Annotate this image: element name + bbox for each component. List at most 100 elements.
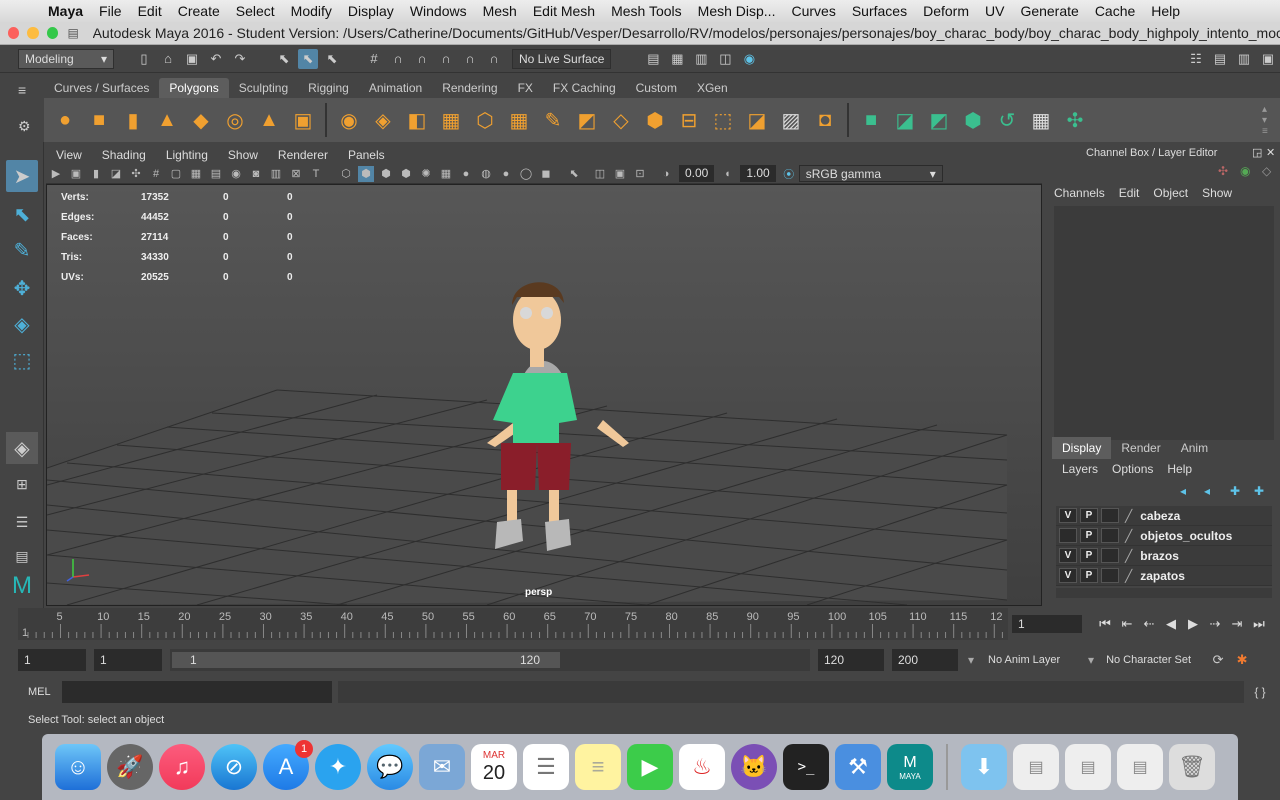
multi-cut-icon[interactable]: ◇ bbox=[607, 106, 635, 134]
tab-rigging[interactable]: Rigging bbox=[298, 78, 359, 98]
select-object-icon[interactable]: ⬉ bbox=[298, 48, 318, 69]
render-icon[interactable]: ▦ bbox=[667, 49, 687, 69]
preview-icon[interactable]: ✉ bbox=[419, 744, 465, 790]
shelf-menu-icon[interactable]: ≡ bbox=[18, 82, 38, 98]
wireframe-shading-icon[interactable]: ⬡ bbox=[338, 166, 354, 182]
gate-mask-icon[interactable]: ▤ bbox=[208, 166, 224, 182]
finder-icon[interactable]: ☺ bbox=[55, 744, 101, 790]
tab-custom[interactable]: Custom bbox=[626, 78, 687, 98]
exposure-icon[interactable]: ◑ bbox=[658, 166, 674, 182]
xray-joints-icon[interactable]: ◫ bbox=[592, 166, 608, 182]
insert-edge-loop-icon[interactable]: ✎ bbox=[539, 106, 567, 134]
layer-playback-toggle[interactable]: P bbox=[1080, 508, 1098, 523]
script-editor-icon[interactable]: { } bbox=[1250, 682, 1270, 702]
lasso-tool-icon[interactable]: ⬉ bbox=[6, 198, 38, 230]
menu-cb-edit[interactable]: Edit bbox=[1119, 186, 1140, 200]
snap-surface-icon[interactable]: ∩ bbox=[460, 49, 480, 69]
playback-start-field[interactable]: 1 bbox=[94, 649, 162, 671]
motion-blur-icon[interactable]: ● bbox=[498, 166, 514, 182]
menu-cb-object[interactable]: Object bbox=[1153, 186, 1188, 200]
screenshot-file-icon[interactable]: ▤ bbox=[1013, 744, 1059, 790]
field-chart-icon[interactable]: ◉ bbox=[228, 166, 244, 182]
mel-label[interactable]: MEL bbox=[28, 686, 62, 698]
image-plane-icon[interactable]: ◪ bbox=[108, 166, 124, 182]
uv-spherical-icon[interactable]: ◩ bbox=[925, 106, 953, 134]
github-icon[interactable]: 🐱 bbox=[731, 744, 777, 790]
outliner-layout-icon[interactable]: ☰ bbox=[6, 506, 38, 538]
poly-pipe-icon[interactable]: ▣ bbox=[289, 106, 317, 134]
screenshot-file-icon[interactable]: ▤ bbox=[1117, 744, 1163, 790]
tab-xgen[interactable]: XGen bbox=[687, 78, 738, 98]
itunes-icon[interactable]: ♫ bbox=[159, 744, 205, 790]
mel-input[interactable] bbox=[62, 681, 332, 703]
menu-curves[interactable]: Curves bbox=[783, 3, 843, 19]
layer-color-swatch[interactable]: ╱ bbox=[1125, 549, 1132, 563]
tab-fx-caching[interactable]: FX Caching bbox=[543, 78, 626, 98]
layer-name[interactable]: brazos bbox=[1140, 549, 1179, 563]
animation-preferences-icon[interactable]: ✱ bbox=[1232, 650, 1252, 670]
tool-settings-icon[interactable]: ▥ bbox=[1234, 49, 1254, 69]
app-store-icon[interactable]: A1 bbox=[263, 740, 313, 790]
shelf-settings-icon[interactable]: ⚙ bbox=[18, 118, 38, 134]
modeling-toolkit-icon[interactable]: ☷ bbox=[1186, 49, 1206, 69]
step-forward-frame-icon[interactable]: ⇢ bbox=[1204, 616, 1226, 632]
range-slider[interactable]: 1 120 bbox=[170, 649, 810, 671]
menu-display[interactable]: Display bbox=[340, 3, 402, 19]
step-forward-key-icon[interactable]: ⇥ bbox=[1226, 616, 1248, 632]
undo-icon[interactable]: ↶ bbox=[206, 49, 226, 69]
poly-cone-icon[interactable]: ▲ bbox=[153, 106, 181, 134]
extrude-icon[interactable]: ⬡ bbox=[471, 106, 499, 134]
layer-display-type-toggle[interactable] bbox=[1101, 568, 1119, 583]
tab-curves-surfaces[interactable]: Curves / Surfaces bbox=[44, 78, 159, 98]
snap-curve-icon[interactable]: ∩ bbox=[388, 49, 408, 69]
camera-select-icon[interactable]: ▶ bbox=[48, 166, 64, 182]
menu-options[interactable]: Options bbox=[1112, 462, 1153, 476]
pivot-icon[interactable]: ✣ bbox=[128, 166, 144, 182]
viewport-menu-renderer[interactable]: Renderer bbox=[268, 148, 338, 162]
menu-create[interactable]: Create bbox=[170, 3, 228, 19]
layer-color-swatch[interactable]: ╱ bbox=[1125, 529, 1132, 543]
grid-icon[interactable]: # bbox=[148, 166, 164, 182]
menu-edit-mesh[interactable]: Edit Mesh bbox=[525, 3, 603, 19]
graph-layout-icon[interactable]: ▤ bbox=[6, 540, 38, 572]
uv-layout-icon[interactable]: ✣ bbox=[1061, 106, 1089, 134]
tab-display[interactable]: Display bbox=[1052, 437, 1112, 459]
shadows-icon[interactable]: ▦ bbox=[438, 166, 454, 182]
go-to-start-icon[interactable]: ⏮ bbox=[1094, 616, 1116, 632]
new-layer-from-selection-icon[interactable]: ✚ bbox=[1254, 484, 1264, 498]
resolution-gate-icon[interactable]: ▦ bbox=[188, 166, 204, 182]
snap-view-icon[interactable]: ∩ bbox=[436, 49, 456, 69]
auto-key-icon[interactable]: ⟳ bbox=[1208, 650, 1228, 670]
minimize-window-button[interactable] bbox=[27, 27, 39, 39]
popcorn-time-icon[interactable]: ♨ bbox=[679, 744, 725, 790]
menu-mesh-tools[interactable]: Mesh Tools bbox=[603, 3, 690, 19]
menu-select[interactable]: Select bbox=[228, 3, 283, 19]
redo-icon[interactable]: ↷ bbox=[230, 49, 250, 69]
menu-deform[interactable]: Deform bbox=[915, 3, 977, 19]
layer-display-type-toggle[interactable] bbox=[1101, 548, 1119, 563]
gamma-icon[interactable]: ◖ bbox=[719, 166, 735, 182]
current-frame-field[interactable]: 1 bbox=[1012, 615, 1082, 633]
layer-visibility-toggle[interactable]: V bbox=[1059, 508, 1077, 523]
layer-row[interactable]: P ╱ objetos_ocultos bbox=[1056, 526, 1272, 546]
text-icon[interactable]: T bbox=[308, 166, 324, 182]
launchpad-icon[interactable]: 🚀 bbox=[107, 744, 153, 790]
anim-layer-chevron-icon[interactable]: ▾ bbox=[968, 653, 974, 667]
mirror-icon[interactable]: ◧ bbox=[403, 106, 431, 134]
tab-fx[interactable]: FX bbox=[508, 78, 543, 98]
layer-row[interactable]: V P ╱ cabeza bbox=[1056, 506, 1272, 526]
scale-tool-icon[interactable]: ⬚ bbox=[6, 344, 38, 376]
trash-icon[interactable]: 🗑 bbox=[1169, 744, 1215, 790]
viewport-menu-show[interactable]: Show bbox=[218, 148, 268, 162]
menu-help[interactable]: Help bbox=[1143, 3, 1188, 19]
poly-torus-icon[interactable]: ◎ bbox=[221, 106, 249, 134]
layer-visibility-toggle[interactable]: V bbox=[1059, 548, 1077, 563]
poly-sphere-icon[interactable]: ● bbox=[51, 106, 79, 134]
poly-cube-icon[interactable]: ■ bbox=[85, 106, 113, 134]
wireframe-icon[interactable]: ⊠ bbox=[288, 166, 304, 182]
layer-visibility-toggle[interactable] bbox=[1059, 528, 1077, 543]
camera-lock-icon[interactable]: ▣ bbox=[68, 166, 84, 182]
tab-anim[interactable]: Anim bbox=[1171, 437, 1218, 459]
xcode-icon[interactable]: ⚒ bbox=[835, 744, 881, 790]
close-panel-icon[interactable]: ✕ bbox=[1266, 146, 1275, 159]
